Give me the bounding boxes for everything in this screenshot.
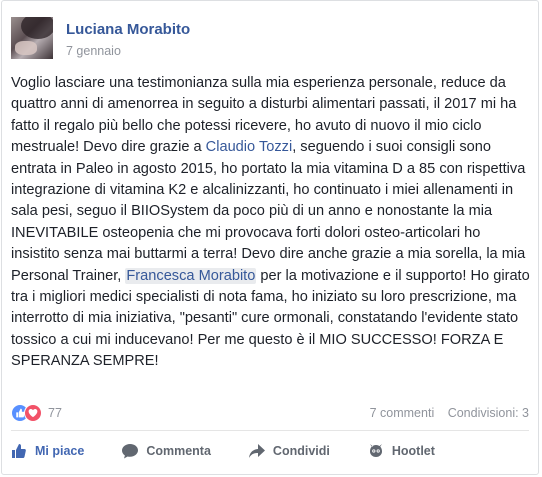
shares-count[interactable]: Condivisioni: 3 — [448, 406, 529, 420]
mention-link[interactable]: Francesca Morabito — [125, 267, 257, 284]
post-card: Luciana Morabito 7 gennaio Voglio lascia… — [1, 0, 539, 475]
like-button[interactable]: Mi piace — [11, 443, 84, 459]
hootlet-label: Hootlet — [391, 444, 435, 458]
thumb-up-icon — [12, 444, 26, 458]
author-name[interactable]: Luciana Morabito — [66, 21, 190, 39]
hootlet-owl-icon — [369, 444, 382, 457]
reactions-summary[interactable]: 77 — [11, 404, 62, 422]
comment-button[interactable]: Commenta — [122, 443, 211, 459]
post-header: Luciana Morabito 7 gennaio — [11, 11, 190, 63]
comments-count[interactable]: 7 commenti — [370, 406, 435, 420]
love-reaction-icon — [24, 404, 42, 422]
comment-bubble-icon — [122, 444, 139, 459]
mention-link[interactable]: Claudio Tozzi — [206, 139, 293, 155]
comment-label: Commenta — [146, 444, 211, 458]
post-date[interactable]: 7 gennaio — [66, 44, 190, 58]
action-bar: Mi piace Commenta Condividi Hootlet — [11, 435, 511, 467]
like-label: Mi piace — [35, 444, 85, 458]
share-button[interactable]: Condividi — [248, 443, 330, 459]
divider — [11, 430, 529, 431]
hootlet-button[interactable]: Hootlet — [368, 443, 435, 459]
avatar[interactable] — [11, 17, 53, 59]
post-text-part: , seguendo i suoi consigli sono entrata … — [11, 139, 526, 284]
share-label: Condividi — [272, 444, 330, 458]
post-text: Voglio lasciare una testimonianza sulla … — [11, 73, 533, 373]
post-stats: 77 7 commenti Condivisioni: 3 — [11, 401, 529, 425]
share-arrow-icon — [248, 444, 265, 458]
post-meta: Luciana Morabito 7 gennaio — [66, 21, 190, 63]
reactions-count: 77 — [48, 406, 62, 420]
engagement-counts: 7 commenti Condivisioni: 3 — [370, 406, 529, 420]
